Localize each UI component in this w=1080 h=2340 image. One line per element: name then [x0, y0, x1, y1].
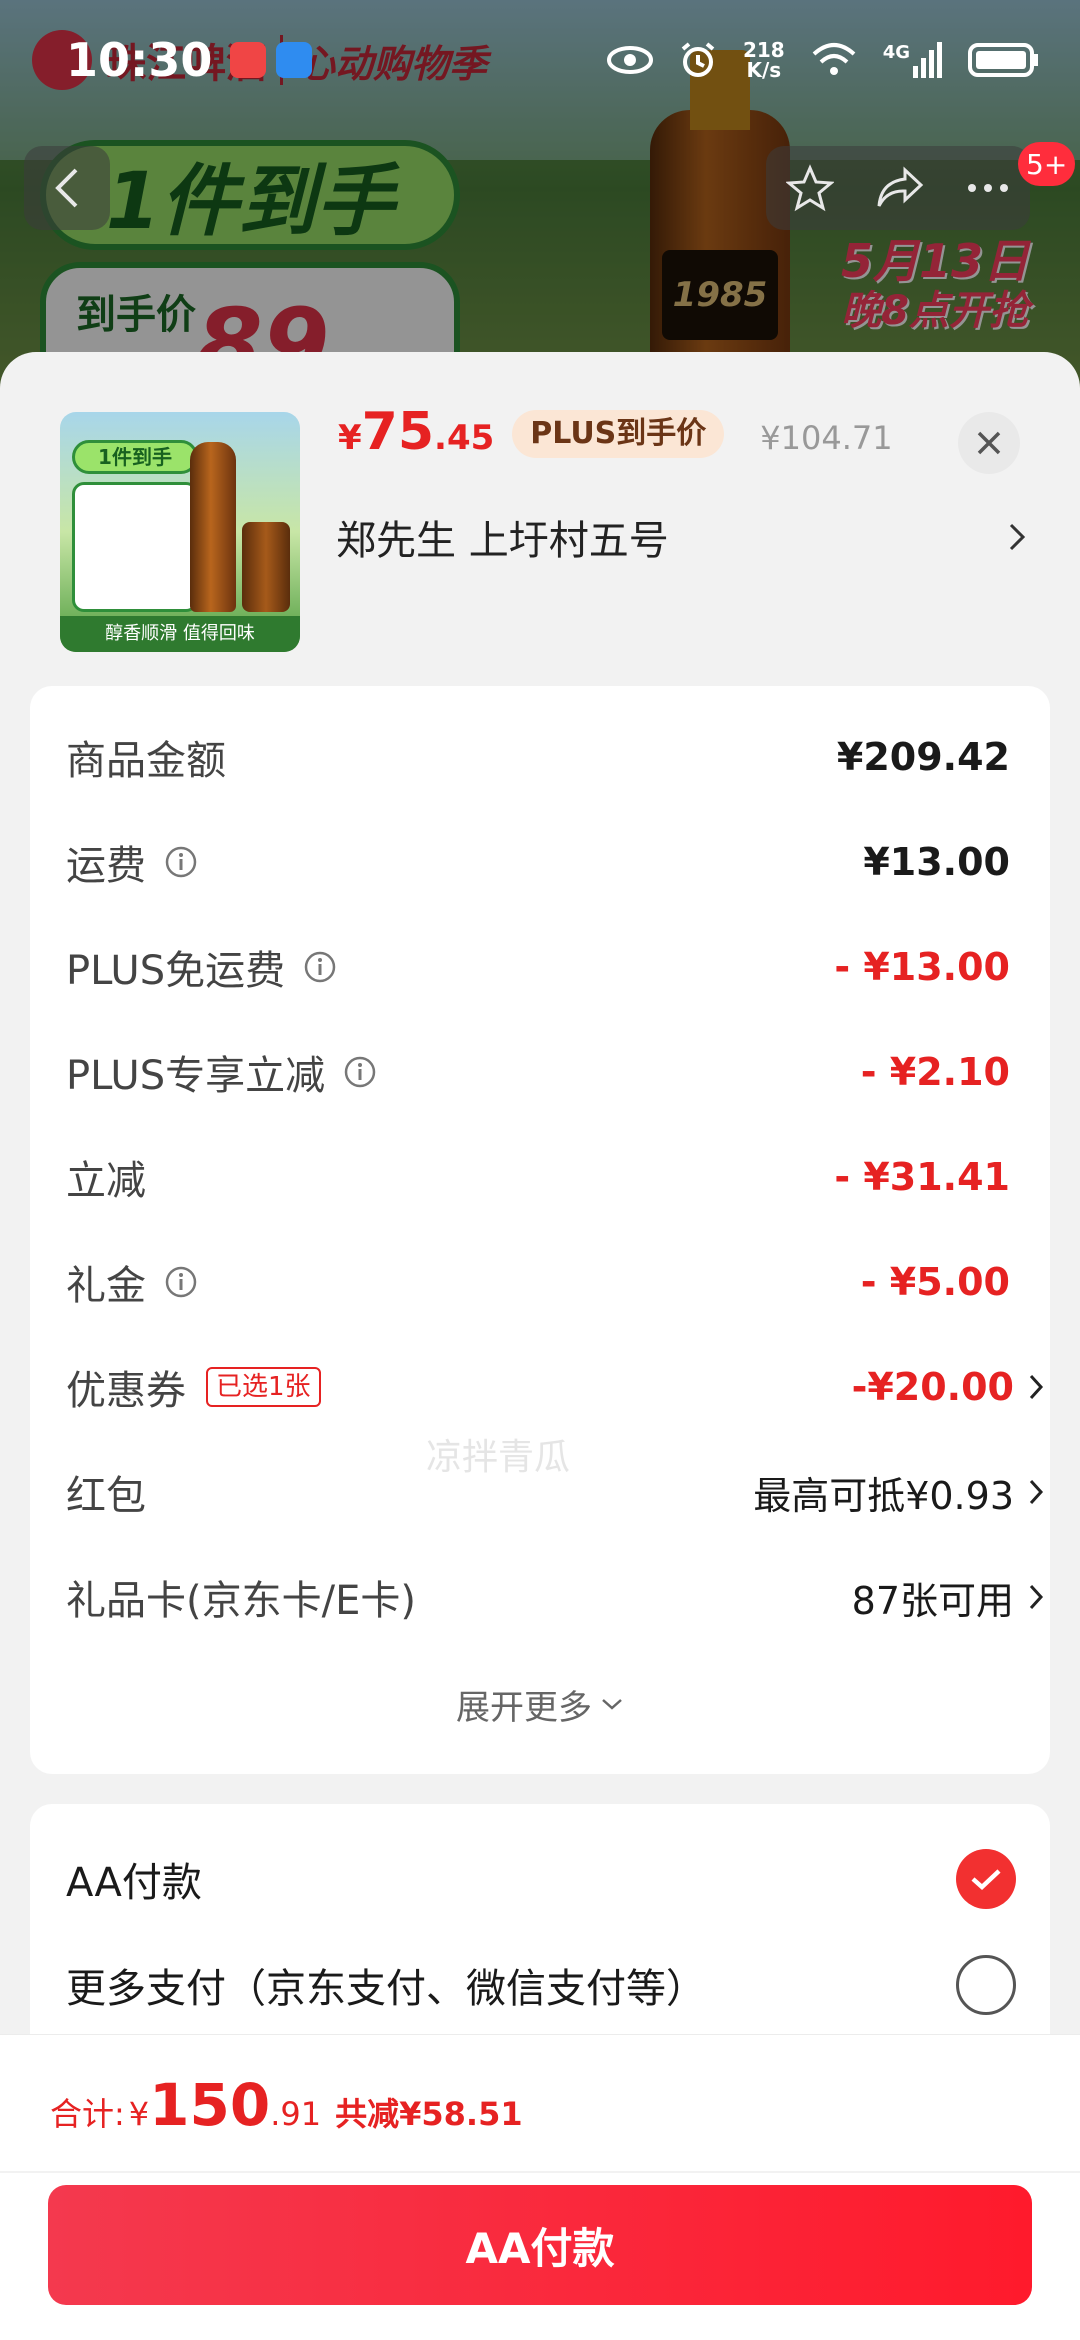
coupon-selected-tag: 已选1张 [206, 1367, 321, 1407]
info-icon[interactable] [164, 845, 198, 879]
detail-row-shipping: 运费 ¥13.00 [66, 840, 1010, 889]
eye-icon [606, 46, 653, 74]
chevron-down-icon [602, 1699, 622, 1710]
shield-app-icon [276, 42, 313, 78]
submit-payment-button[interactable]: AA付款 [48, 2185, 1032, 2305]
radio-unchecked[interactable] [956, 1955, 1016, 2015]
expand-more-button[interactable]: 展开更多 [30, 1674, 1050, 1734]
price-detail-card: 商品金额 ¥209.42 运费 ¥13.00 PLUS免运费 - ¥13.00 … [30, 686, 1050, 1774]
final-price: ¥75.45 [338, 402, 495, 462]
network-speed: 218 K/s [742, 38, 785, 82]
close-button[interactable] [958, 412, 1020, 474]
alarm-icon [681, 42, 715, 77]
notification-app-icon [230, 42, 267, 78]
detail-row-cash-gift: 礼金 - ¥5.00 [66, 1260, 1010, 1309]
top-actions [766, 146, 1030, 230]
detail-row-plus-discount: PLUS专享立减 - ¥2.10 [66, 1050, 1010, 1099]
wifi-icon [812, 43, 856, 75]
detail-row-plus-free-shipping: PLUS免运费 - ¥13.00 [66, 945, 1010, 994]
chevron-right-icon [1009, 523, 1026, 551]
payment-option-aa[interactable]: AA付款 [66, 1834, 1016, 1924]
total-saved: 共减¥58.51 [335, 2095, 523, 2133]
watermark: 凉拌青瓜 [426, 1437, 571, 1478]
checkout-bar: 合计: ¥ 150 .91 共减¥58.51 AA付款 [0, 2034, 1080, 2340]
detail-row-gift-card[interactable]: 礼品卡(京东卡/E卡) 87张可用 [66, 1562, 1046, 1632]
close-icon [977, 431, 1001, 455]
payment-option-more[interactable]: 更多支付（京东支付、微信支付等） [66, 1940, 1016, 2030]
delivery-address: 郑先生 上圩村五号 [336, 518, 669, 564]
info-icon[interactable] [164, 1265, 198, 1299]
price-row: ¥75.45 PLUS到手价 ¥104.71 [338, 402, 893, 464]
share-icon[interactable] [875, 166, 925, 210]
back-button[interactable] [24, 146, 110, 230]
checkout-page: 珠江啤酒 心动购物季 1件到手 到手价 89 1985 5月13日 晚8点开抢 … [0, 0, 1080, 2340]
status-bar: 10:30 218 K/s 4G [0, 0, 1080, 120]
product-thumbnail[interactable]: 1件到手 醇香顺滑 值得回味 [60, 412, 300, 652]
chevron-right-icon [1029, 1479, 1044, 1505]
check-icon [971, 1869, 1001, 1891]
battery-icon [968, 43, 1038, 77]
more-icon[interactable] [966, 182, 1010, 194]
original-price: ¥104.71 [760, 419, 893, 457]
plus-price-tag: PLUS到手价 [512, 410, 725, 458]
info-icon[interactable] [303, 950, 337, 984]
detail-row-instant-discount: 立减 - ¥31.41 [66, 1155, 1010, 1204]
detail-row-coupon[interactable]: 优惠券 已选1张 -¥20.00 [66, 1352, 1046, 1422]
radio-checked[interactable] [956, 1849, 1016, 1909]
status-time: 10:30 [66, 33, 213, 87]
order-total: 合计: ¥ 150 .91 共减¥58.51 [50, 2071, 523, 2139]
address-selector[interactable]: 郑先生 上圩村五号 [336, 502, 1026, 572]
cellular-signal-icon: 4G [883, 42, 942, 78]
chevron-right-icon [1029, 1374, 1044, 1400]
info-icon[interactable] [343, 1055, 377, 1089]
chevron-right-icon [1029, 1584, 1044, 1610]
chevron-left-icon [55, 168, 78, 208]
detail-row-goods-amount: 商品金额 ¥209.42 [66, 735, 1010, 784]
star-icon[interactable] [786, 164, 835, 212]
message-count-badge: 5+ [1018, 142, 1076, 186]
